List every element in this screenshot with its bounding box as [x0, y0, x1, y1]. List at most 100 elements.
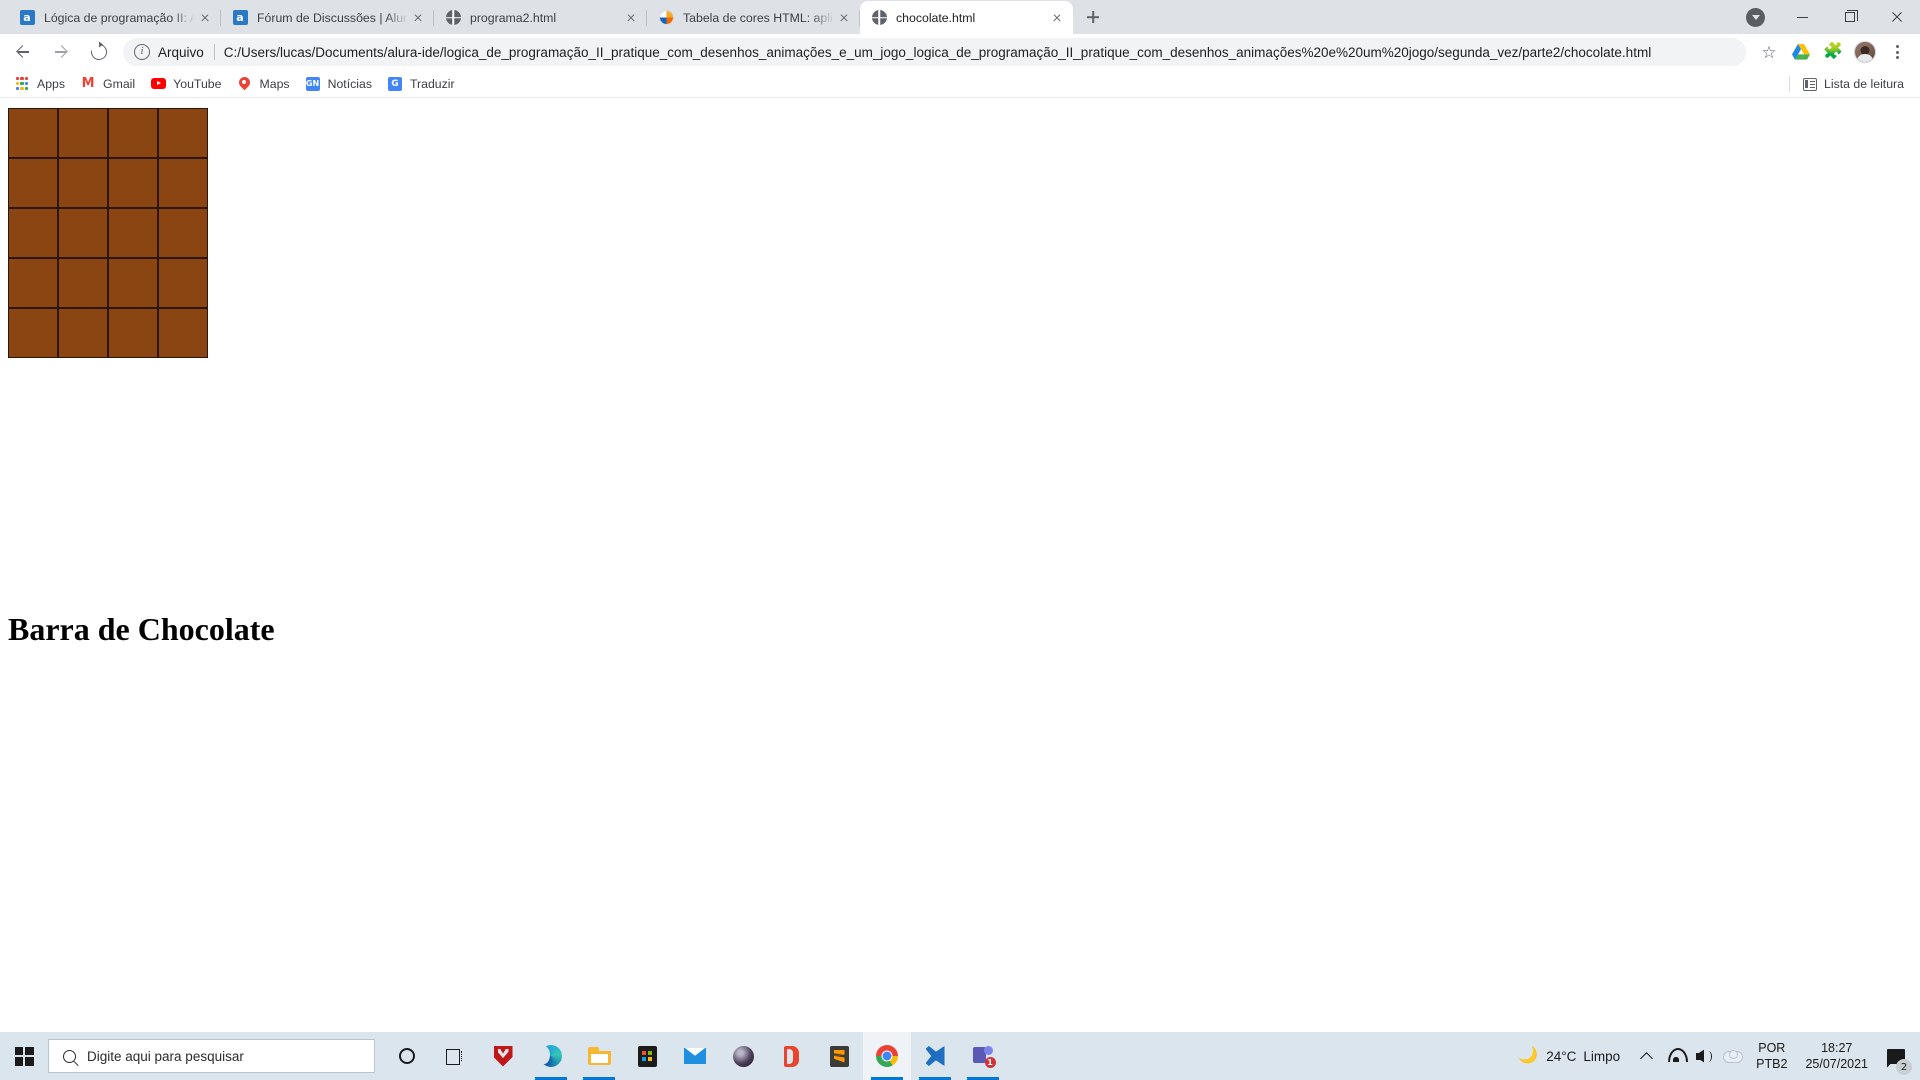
taskbar-sublime-button[interactable] — [815, 1032, 863, 1080]
tab-title: Tabela de cores HTML: aplicando — [683, 10, 834, 25]
vs-code-icon — [925, 1046, 946, 1066]
info-icon[interactable] — [134, 44, 150, 60]
minimize-button[interactable] — [1779, 0, 1826, 34]
apps-grid-icon — [14, 76, 30, 92]
new-tab-button[interactable] — [1079, 3, 1107, 31]
search-icon — [63, 1049, 76, 1063]
close-icon[interactable] — [834, 8, 854, 28]
browser-toolbar: Arquivo C:/Users/lucas/Documents/alura-i… — [0, 34, 1920, 70]
bookmark-gmail[interactable]: M Gmail — [75, 73, 143, 95]
clock[interactable]: 18:27 25/07/2021 — [1797, 1032, 1876, 1080]
chocolate-square — [107, 307, 158, 358]
office-icon — [782, 1045, 801, 1067]
taskbar-store-button[interactable] — [623, 1032, 671, 1080]
taskbar-orb-button[interactable] — [719, 1032, 767, 1080]
maps-pin-icon — [236, 76, 252, 92]
moon-icon: 🌙 — [1518, 1047, 1539, 1064]
system-tray: 🌙 24°C Limpo POR PTB2 18:27 25/07/2021 2 — [1510, 1032, 1920, 1080]
language-indicator[interactable]: POR PTB2 — [1746, 1032, 1797, 1080]
wifi-icon — [1668, 1050, 1684, 1062]
bookmark-apps[interactable]: Apps — [9, 73, 73, 95]
bookmarks-bar: Apps M Gmail YouTube Maps GN Notícias G … — [0, 70, 1920, 98]
bookmark-noticias[interactable]: GN Notícias — [300, 73, 380, 95]
extensions-button[interactable]: 🧩 — [1818, 37, 1848, 67]
taskbar-chrome-button[interactable] — [863, 1032, 911, 1080]
notifications-button[interactable]: 2 — [1876, 1032, 1916, 1080]
browser-tab[interactable]: programa2.html — [433, 1, 647, 34]
network-button[interactable] — [1662, 1032, 1690, 1080]
globe-icon — [445, 10, 461, 26]
file-explorer-icon — [587, 1047, 611, 1065]
show-hidden-icons-button[interactable] — [1630, 1032, 1662, 1080]
extensions-puzzle-icon: 🧩 — [1823, 43, 1843, 60]
bookmark-traduzir[interactable]: G Traduzir — [382, 73, 463, 95]
bookmark-label: YouTube — [173, 76, 222, 91]
taskbar-edge-button[interactable] — [527, 1032, 575, 1080]
page-content: Barra de Chocolate — [0, 98, 1920, 1032]
bookmark-label: Gmail — [103, 76, 136, 91]
taskbar-mail-button[interactable] — [671, 1032, 719, 1080]
temperature-label: 24°C — [1546, 1048, 1577, 1064]
close-icon[interactable] — [195, 8, 215, 28]
translate-icon: G — [387, 76, 403, 92]
browser-tab[interactable]: Tabela de cores HTML: aplicando — [646, 1, 860, 34]
taskbar-search-box[interactable]: Digite aqui para pesquisar — [48, 1039, 375, 1073]
minimize-icon — [1797, 16, 1808, 18]
bookmark-label: Apps — [37, 76, 66, 91]
google-chrome-icon — [876, 1045, 898, 1067]
chocolate-square — [107, 157, 158, 208]
start-button[interactable] — [0, 1032, 48, 1080]
taskbar-office-button[interactable] — [767, 1032, 815, 1080]
notification-count-badge: 2 — [1896, 1059, 1912, 1075]
chocolate-square — [57, 207, 108, 258]
taskbar-teams-button[interactable]: 1 — [959, 1032, 1007, 1080]
browser-tab[interactable]: a Lógica de programação II: Aula 2 — [8, 1, 221, 34]
page-heading: Barra de Chocolate — [8, 611, 275, 647]
gmail-icon: M — [81, 76, 95, 91]
speaker-icon — [1696, 1050, 1713, 1063]
bookmark-star-button[interactable]: ☆ — [1754, 37, 1784, 67]
close-icon[interactable] — [408, 8, 428, 28]
taskbar-file-explorer-button[interactable] — [575, 1032, 623, 1080]
bookmark-youtube[interactable]: YouTube — [145, 73, 229, 95]
maximize-button[interactable] — [1826, 0, 1873, 34]
youtube-icon — [150, 76, 166, 92]
close-icon[interactable] — [1047, 8, 1067, 28]
chevron-up-icon — [1639, 1051, 1653, 1065]
browser-tab[interactable]: a Fórum de Discussões | Alura - Cu — [220, 1, 434, 34]
tab-strip: a Lógica de programação II: Aula 2 a Fór… — [0, 0, 1920, 34]
chocolate-square — [57, 307, 108, 358]
taskbar-mcafee-button[interactable] — [479, 1032, 527, 1080]
chocolate-square — [107, 107, 158, 158]
reload-icon — [87, 40, 111, 64]
address-bar[interactable]: Arquivo C:/Users/lucas/Documents/alura-i… — [123, 38, 1746, 66]
browser-window: a Lógica de programação II: Aula 2 a Fór… — [0, 0, 1920, 1032]
globe-icon — [871, 10, 887, 26]
close-window-button[interactable] — [1873, 0, 1920, 34]
star-icon: ☆ — [1761, 42, 1777, 62]
browser-tab-active[interactable]: chocolate.html — [859, 1, 1073, 34]
reading-list-button[interactable]: Lista de leitura — [1789, 73, 1910, 95]
window-controls — [1732, 0, 1920, 34]
taskbar-vscode-button[interactable] — [911, 1032, 959, 1080]
reload-button[interactable] — [83, 36, 115, 68]
chocolate-square — [7, 107, 58, 158]
onedrive-button[interactable] — [1718, 1032, 1746, 1080]
profile-caret-button[interactable] — [1732, 0, 1779, 34]
weather-condition-label: Limpo — [1583, 1048, 1621, 1064]
arrow-right-icon — [53, 44, 69, 60]
back-button[interactable] — [7, 36, 39, 68]
close-icon — [1891, 11, 1903, 23]
reading-list-label: Lista de leitura — [1824, 77, 1904, 91]
bookmark-maps[interactable]: Maps — [231, 73, 297, 95]
forward-button[interactable] — [45, 36, 77, 68]
chrome-menu-button[interactable] — [1882, 37, 1912, 67]
taskbar-task-view-button[interactable] — [431, 1032, 479, 1080]
mcafee-icon — [493, 1045, 513, 1067]
weather-widget[interactable]: 🌙 24°C Limpo — [1510, 1032, 1630, 1080]
profile-button[interactable] — [1850, 37, 1880, 67]
taskbar-cortana-button[interactable] — [383, 1032, 431, 1080]
volume-button[interactable] — [1690, 1032, 1718, 1080]
google-drive-button[interactable] — [1786, 37, 1816, 67]
close-icon[interactable] — [621, 8, 641, 28]
